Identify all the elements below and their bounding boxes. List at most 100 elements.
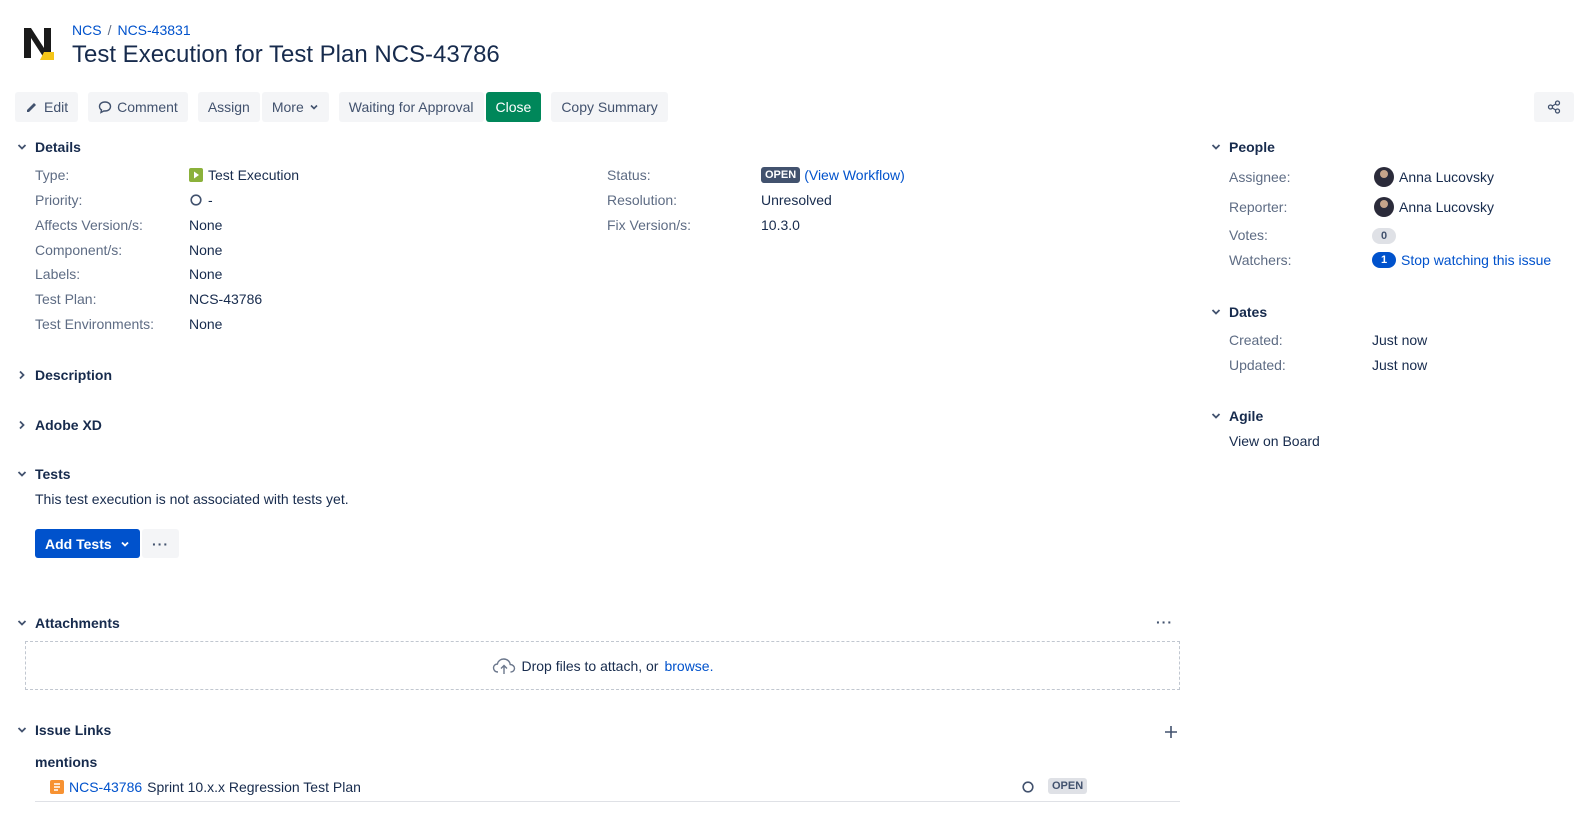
details-section-toggle[interactable]: Details bbox=[15, 139, 81, 155]
priority-circle-icon bbox=[1022, 781, 1034, 793]
affects-version-label: Affects Version/s: bbox=[35, 217, 143, 233]
browse-link[interactable]: browse. bbox=[664, 658, 713, 674]
add-tests-label: Add Tests bbox=[45, 535, 112, 552]
tests-heading: Tests bbox=[35, 466, 71, 482]
status-label: Status: bbox=[607, 167, 651, 183]
close-button[interactable]: Close bbox=[485, 92, 542, 122]
comment-icon bbox=[98, 101, 112, 114]
breadcrumb-project-link[interactable]: NCS bbox=[72, 22, 102, 38]
resolution-value: Unresolved bbox=[761, 192, 832, 208]
issue-links-divider bbox=[35, 801, 1180, 802]
updated-value: Just now bbox=[1372, 357, 1428, 373]
breadcrumb: NCS / NCS-43831 bbox=[72, 22, 191, 38]
share-button[interactable] bbox=[1534, 92, 1574, 122]
chevron-down-icon bbox=[121, 541, 129, 547]
tests-section-toggle[interactable]: Tests bbox=[15, 466, 71, 482]
affects-version-value: None bbox=[189, 217, 223, 233]
description-heading: Description bbox=[35, 367, 113, 383]
priority-label: Priority: bbox=[35, 192, 83, 208]
attachments-heading: Attachments bbox=[35, 615, 120, 631]
watchers-label: Watchers: bbox=[1229, 252, 1292, 268]
chevron-down-icon bbox=[17, 727, 27, 733]
resolution-label: Resolution: bbox=[607, 192, 678, 208]
created-label: Created: bbox=[1229, 332, 1283, 348]
issue-links-section-toggle[interactable]: Issue Links bbox=[15, 722, 111, 738]
waiting-for-approval-button[interactable]: Waiting for Approval bbox=[338, 92, 484, 122]
test-execution-icon bbox=[189, 168, 203, 182]
link-group-label: mentions bbox=[35, 754, 98, 770]
page-title: Test Execution for Test Plan NCS-43786 bbox=[72, 41, 500, 68]
fix-version-link[interactable]: 10.3.0 bbox=[761, 217, 800, 233]
votes-count-badge: 0 bbox=[1372, 228, 1396, 244]
assignee-name: Anna Lucovsky bbox=[1399, 169, 1494, 185]
assignee-value[interactable]: Anna Lucovsky bbox=[1374, 167, 1494, 187]
watchers-value: 1 Stop watching this issue bbox=[1372, 252, 1551, 268]
attachments-section-toggle[interactable]: Attachments bbox=[15, 615, 120, 631]
component-value: None bbox=[189, 242, 223, 258]
status-value: OPEN (View Workflow) bbox=[761, 167, 905, 183]
linked-issue-status-badge: OPEN bbox=[1048, 778, 1088, 794]
labels-label: Labels: bbox=[35, 266, 81, 282]
view-on-board-link[interactable]: View on Board bbox=[1229, 433, 1320, 449]
edit-label: Edit bbox=[44, 99, 69, 115]
add-tests-button[interactable]: Add Tests bbox=[35, 529, 140, 558]
people-heading: People bbox=[1229, 139, 1275, 155]
assignee-label: Assignee: bbox=[1229, 169, 1291, 185]
labels-value: None bbox=[189, 266, 223, 282]
adobe-xd-section-toggle[interactable]: Adobe XD bbox=[15, 417, 102, 433]
linked-issue-row: NCS-43786 Sprint 10.x.x Regression Test … bbox=[50, 779, 361, 795]
more-button[interactable]: More bbox=[261, 92, 329, 122]
details-heading: Details bbox=[35, 139, 81, 155]
test-plan-icon bbox=[50, 780, 64, 794]
tests-more-button[interactable]: ··· bbox=[142, 529, 179, 558]
attachment-dropzone[interactable]: Drop files to attach, or browse. bbox=[25, 641, 1180, 690]
type-value: Test Execution bbox=[189, 167, 299, 183]
comment-label: Comment bbox=[117, 99, 178, 115]
issue-links-heading: Issue Links bbox=[35, 722, 112, 738]
priority-text: - bbox=[208, 192, 213, 208]
chevron-right-icon bbox=[19, 370, 25, 380]
paren-close: ) bbox=[900, 167, 905, 183]
updated-label: Updated: bbox=[1229, 357, 1286, 373]
chevron-down-icon bbox=[310, 104, 318, 110]
test-plan-label: Test Plan: bbox=[35, 291, 97, 307]
linked-issue-summary: Sprint 10.x.x Regression Test Plan bbox=[147, 779, 361, 795]
avatar bbox=[1374, 197, 1394, 217]
created-value: Just now bbox=[1372, 332, 1428, 348]
breadcrumb-parent-link[interactable]: NCS-43831 bbox=[117, 22, 190, 38]
chevron-down-icon bbox=[17, 471, 27, 477]
linked-issue-key[interactable]: NCS-43786 bbox=[69, 779, 142, 795]
priority-value: - bbox=[189, 192, 213, 208]
agile-section-toggle[interactable]: Agile bbox=[1209, 408, 1263, 424]
comment-button[interactable]: Comment bbox=[88, 92, 188, 122]
stop-watching-link[interactable]: Stop watching this issue bbox=[1401, 252, 1551, 268]
description-section-toggle[interactable]: Description bbox=[15, 367, 112, 383]
add-link-icon[interactable] bbox=[1164, 725, 1178, 739]
view-workflow-link[interactable]: View Workflow bbox=[809, 167, 900, 183]
dates-heading: Dates bbox=[1229, 304, 1268, 320]
chevron-down-icon bbox=[1211, 144, 1221, 150]
project-logo-icon[interactable] bbox=[22, 26, 56, 62]
copy-summary-button[interactable]: Copy Summary bbox=[551, 92, 668, 122]
chevron-down-icon bbox=[17, 144, 27, 150]
reporter-value[interactable]: Anna Lucovsky bbox=[1374, 197, 1494, 217]
more-label: More bbox=[271, 99, 304, 115]
agile-heading: Agile bbox=[1229, 408, 1264, 424]
priority-circle-icon bbox=[190, 194, 202, 206]
votes-value[interactable]: 0 bbox=[1372, 228, 1396, 244]
avatar bbox=[1374, 167, 1394, 187]
dates-section-toggle[interactable]: Dates bbox=[1209, 304, 1267, 320]
edit-button[interactable]: Edit bbox=[15, 92, 79, 122]
reporter-label: Reporter: bbox=[1229, 199, 1288, 215]
assign-button[interactable]: Assign bbox=[197, 92, 260, 122]
attachments-more-button[interactable]: ··· bbox=[1156, 614, 1173, 630]
issue-toolbar: Edit Comment Assign More Waiting for App… bbox=[15, 92, 668, 122]
test-plan-link[interactable]: NCS-43786 bbox=[189, 291, 262, 307]
type-text: Test Execution bbox=[208, 167, 300, 183]
people-section-toggle[interactable]: People bbox=[1209, 139, 1275, 155]
chevron-down-icon bbox=[17, 620, 27, 626]
watchers-count-badge[interactable]: 1 bbox=[1372, 252, 1396, 268]
share-icon bbox=[1547, 100, 1561, 114]
test-environments-value: None bbox=[189, 316, 223, 332]
type-label: Type: bbox=[35, 167, 70, 183]
